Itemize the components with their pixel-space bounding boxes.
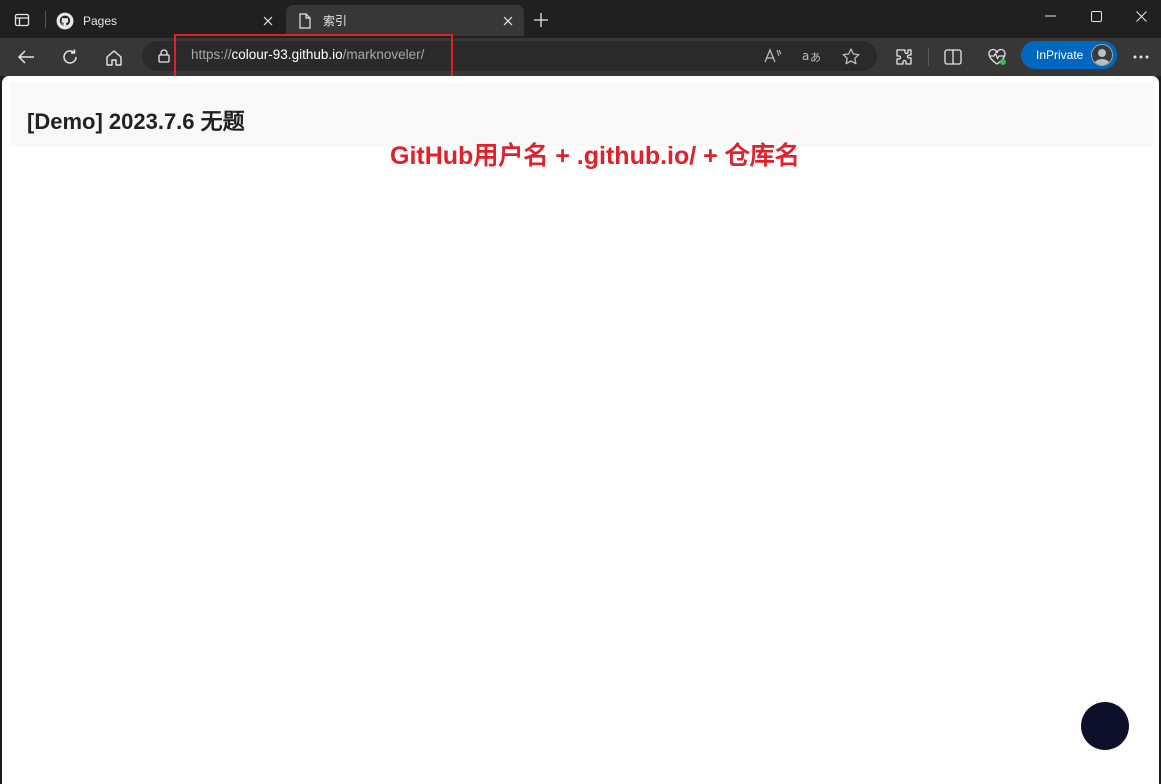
window-close-icon[interactable] (1129, 4, 1153, 28)
tab-index[interactable]: 索引 (286, 5, 524, 36)
lock-icon[interactable] (156, 48, 172, 64)
github-icon (56, 12, 74, 30)
page-title: [Demo] 2023.7.6 无题 (27, 109, 245, 134)
svg-text:あ: あ (810, 51, 821, 64)
favorite-star-icon[interactable] (839, 44, 863, 68)
read-aloud-icon[interactable] (761, 44, 785, 68)
page-content: [Demo] 2023.7.6 无题 GitHub用户名 + .github.i… (2, 76, 1159, 784)
tab-title: 索引 (323, 14, 348, 28)
tab-title: Pages (83, 13, 118, 28)
tab-pages[interactable]: Pages (46, 5, 284, 36)
toolbar-separator (928, 48, 929, 66)
refresh-icon[interactable] (58, 45, 82, 69)
url-highlight-box (174, 34, 453, 78)
floating-action-button[interactable] (1081, 702, 1129, 750)
inprivate-label: InPrivate (1036, 48, 1084, 62)
avatar (1091, 44, 1113, 66)
home-icon[interactable] (102, 45, 126, 69)
maximize-icon[interactable] (1084, 4, 1108, 28)
annotation-text: GitHub用户名 + .github.io/ + 仓库名 (390, 142, 800, 170)
back-icon[interactable] (14, 45, 38, 69)
tab-bar: Pages 索引 (0, 0, 1161, 38)
browser-essentials-icon[interactable] (985, 45, 1009, 69)
close-tab-icon[interactable] (256, 9, 280, 33)
new-tab-icon[interactable] (529, 8, 553, 32)
svg-text:a: a (802, 49, 809, 63)
inprivate-button[interactable]: InPrivate (1021, 41, 1117, 69)
tab-actions-icon[interactable] (10, 8, 34, 32)
more-options-icon[interactable] (1129, 45, 1153, 69)
translate-icon[interactable]: aあ (800, 44, 824, 68)
extensions-icon[interactable] (892, 45, 916, 69)
document-icon (296, 12, 314, 30)
close-tab-icon[interactable] (496, 9, 520, 33)
split-screen-icon[interactable] (941, 45, 965, 69)
minimize-icon[interactable] (1038, 4, 1062, 28)
